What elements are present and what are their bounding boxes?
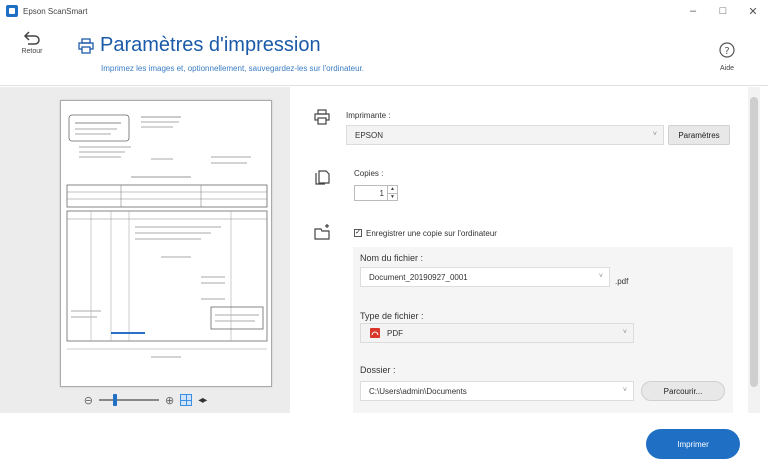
- maximize-button[interactable]: □: [708, 0, 738, 22]
- help-button[interactable]: ? Aide: [712, 42, 742, 72]
- printer-row-icon: [314, 109, 330, 125]
- pdf-icon: [370, 328, 380, 338]
- printer-settings-button[interactable]: Paramètres: [668, 125, 730, 145]
- expand-icon[interactable]: ◂▸: [198, 395, 207, 406]
- save-options-panel: Nom du fichier : Document_20190927_0001 …: [353, 247, 733, 413]
- save-copy-label: Enregistrer une copie sur l'ordinateur: [366, 229, 497, 238]
- copies-spinner[interactable]: ▲ ▼: [387, 186, 397, 200]
- scrollbar-thumb[interactable]: [750, 97, 758, 387]
- svg-text:?: ?: [724, 46, 729, 57]
- folder-value: C:\Users\admin\Documents: [369, 386, 467, 396]
- document-preview: [60, 100, 272, 387]
- zoom-out-icon[interactable]: ⊖: [84, 394, 93, 407]
- chevron-down-icon: ˅: [598, 273, 603, 280]
- window-controls: – □ ✕: [678, 0, 768, 22]
- filename-label: Nom du fichier :: [360, 253, 424, 263]
- filetype-select[interactable]: PDF ˅: [360, 323, 634, 343]
- zoom-in-icon[interactable]: ⊕: [165, 394, 174, 407]
- file-extension: .pdf: [615, 277, 629, 286]
- folder-label: Dossier :: [360, 365, 396, 375]
- increment-icon[interactable]: ▲: [388, 186, 397, 194]
- filename-input[interactable]: Document_20190927_0001 ˅: [360, 267, 610, 287]
- printer-icon: [78, 38, 94, 54]
- app-icon: [6, 5, 18, 17]
- filename-value: Document_20190927_0001: [369, 272, 468, 282]
- printer-value: EPSON: [355, 130, 384, 140]
- title-bar: Epson ScanSmart – □ ✕: [0, 0, 768, 22]
- chevron-down-icon: ˅: [622, 329, 627, 336]
- printer-select[interactable]: EPSON ˅: [346, 125, 664, 145]
- zoom-slider-thumb[interactable]: [112, 394, 117, 406]
- copies-value: 1: [379, 188, 384, 198]
- minimize-button[interactable]: –: [678, 0, 708, 22]
- back-arrow-icon: [23, 31, 40, 45]
- copies-label: Copies :: [354, 169, 384, 178]
- settings-scrollbar[interactable]: [748, 87, 760, 413]
- settings-pane: Imprimante : EPSON ˅ Paramètres Copies :…: [308, 87, 748, 413]
- help-label: Aide: [719, 65, 734, 72]
- print-button[interactable]: Imprimer: [646, 429, 740, 459]
- page-header: Retour Paramètres d'impression Imprimez …: [0, 22, 768, 86]
- chevron-down-icon: ˅: [622, 387, 627, 394]
- zoom-bar: ⊖ ⊕ ◂▸: [0, 390, 290, 410]
- back-label: Retour: [21, 48, 43, 55]
- copies-stepper[interactable]: 1 ▲ ▼: [354, 185, 398, 201]
- window-title: Epson ScanSmart: [23, 6, 88, 16]
- save-folder-icon: [314, 224, 330, 240]
- preview-pane: ⊖ ⊕ ◂▸: [0, 87, 290, 413]
- decrement-icon[interactable]: ▼: [388, 194, 397, 201]
- filetype-label: Type de fichier :: [360, 311, 424, 321]
- page-subtitle: Imprimez les images et, optionnellement,…: [101, 64, 364, 73]
- save-copy-checkbox[interactable]: ✓: [354, 229, 362, 237]
- fit-page-icon[interactable]: [180, 394, 193, 406]
- back-button[interactable]: Retour: [14, 30, 50, 76]
- copies-icon: [315, 170, 330, 185]
- folder-select[interactable]: C:\Users\admin\Documents ˅: [360, 381, 634, 401]
- chevron-down-icon: ˅: [652, 131, 657, 138]
- document-thumbnail: [66, 114, 268, 358]
- browse-button[interactable]: Parcourir...: [641, 381, 725, 401]
- page-title: Paramètres d'impression: [100, 34, 321, 56]
- filetype-value: PDF: [387, 328, 403, 338]
- help-icon: ?: [719, 42, 735, 58]
- printer-label: Imprimante :: [346, 111, 391, 120]
- close-button[interactable]: ✕: [738, 0, 768, 22]
- zoom-slider[interactable]: [98, 394, 159, 406]
